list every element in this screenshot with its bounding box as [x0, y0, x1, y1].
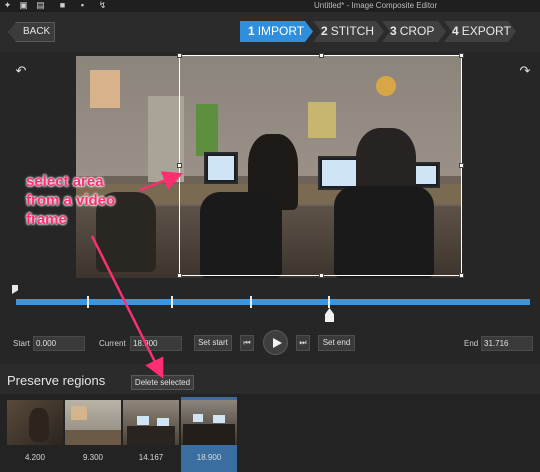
play-icon[interactable] [263, 330, 288, 355]
thumbnail-image [123, 400, 179, 445]
current-label: Current [99, 339, 126, 348]
rotate-left-icon[interactable]: ↶ [14, 64, 28, 78]
region-thumbnail[interactable]: 9.300 [65, 397, 121, 472]
keyframe-marker-icon[interactable] [171, 296, 173, 308]
set-end-button[interactable]: Set end [318, 335, 355, 351]
title-bar: ✦ ▣ ▤ ■ ▪ ↯ Untitled* - Image Composite … [0, 0, 540, 12]
save-icon[interactable]: ▪ [78, 1, 87, 10]
window-title: Untitled* - Image Composite Editor [314, 1, 438, 10]
step-label: CROP [399, 24, 435, 38]
end-time-field[interactable]: 31.716 [481, 336, 533, 351]
resize-handle-bottom[interactable] [319, 273, 324, 278]
thumbnail-image [181, 400, 237, 445]
step-number: 3 [390, 24, 397, 38]
rotate-right-icon[interactable]: ↷ [518, 64, 532, 78]
resize-handle-top-left[interactable] [177, 53, 182, 58]
region-thumbnail-selected[interactable]: 18.900 [181, 397, 237, 472]
selection-rectangle[interactable] [177, 53, 464, 278]
step-export[interactable]: 4 EXPORT [444, 21, 516, 42]
regions-title: Preserve regions [7, 373, 106, 388]
end-label: End [464, 339, 479, 348]
step-number: 1 [248, 24, 255, 38]
resize-handle-top[interactable] [319, 53, 324, 58]
scene-poster [90, 70, 120, 108]
step-number: 4 [452, 24, 459, 38]
thumbnail-image [65, 400, 121, 445]
thumbnail-image [7, 400, 63, 445]
open-icon[interactable]: ▤ [36, 1, 45, 10]
next-frame-icon[interactable]: ⏭ [296, 335, 310, 351]
new-panorama-icon[interactable]: ▣ [19, 1, 28, 10]
resize-handle-bottom-right[interactable] [459, 273, 464, 278]
annotation-text: select area from a video frame [26, 173, 116, 228]
delete-selected-button[interactable]: Delete selected [131, 375, 194, 390]
set-start-button[interactable]: Set start [194, 335, 232, 351]
resize-handle-right[interactable] [459, 163, 464, 168]
thumbnail-time: 14.167 [138, 453, 164, 462]
open-folder-icon[interactable]: ■ [58, 1, 67, 10]
thumbnail-time: 4.200 [24, 453, 46, 462]
step-crop[interactable]: 3 CROP [382, 21, 446, 42]
keyframe-marker-icon[interactable] [328, 296, 330, 308]
step-stitch[interactable]: 2 STITCH [313, 21, 384, 42]
region-thumbnail[interactable]: 14.167 [123, 397, 179, 472]
thumbnail-time: 9.300 [82, 453, 104, 462]
step-label: STITCH [330, 24, 375, 38]
back-button[interactable]: BACK [8, 22, 55, 42]
keyframe-marker-icon[interactable] [87, 296, 89, 308]
new-project-icon[interactable]: ✦ [3, 1, 12, 10]
timeline-track[interactable] [16, 299, 530, 305]
resize-handle-left[interactable] [177, 163, 182, 168]
step-number: 2 [321, 24, 328, 38]
region-thumbnail[interactable]: 4.200 [7, 397, 63, 472]
start-label: Start [13, 339, 30, 348]
start-time-field[interactable]: 0.000 [33, 336, 85, 351]
keyframe-marker-icon[interactable] [250, 296, 252, 308]
current-time-field[interactable]: 18.900 [130, 336, 182, 351]
thumbnail-time: 18.900 [196, 453, 222, 462]
step-import[interactable]: 1 IMPORT [240, 21, 313, 42]
step-label: IMPORT [257, 24, 305, 38]
previous-frame-icon[interactable]: ⏮ [240, 335, 254, 351]
step-label: EXPORT [461, 24, 511, 38]
export-icon[interactable]: ↯ [98, 1, 107, 10]
resize-handle-top-right[interactable] [459, 53, 464, 58]
resize-handle-bottom-left[interactable] [177, 273, 182, 278]
